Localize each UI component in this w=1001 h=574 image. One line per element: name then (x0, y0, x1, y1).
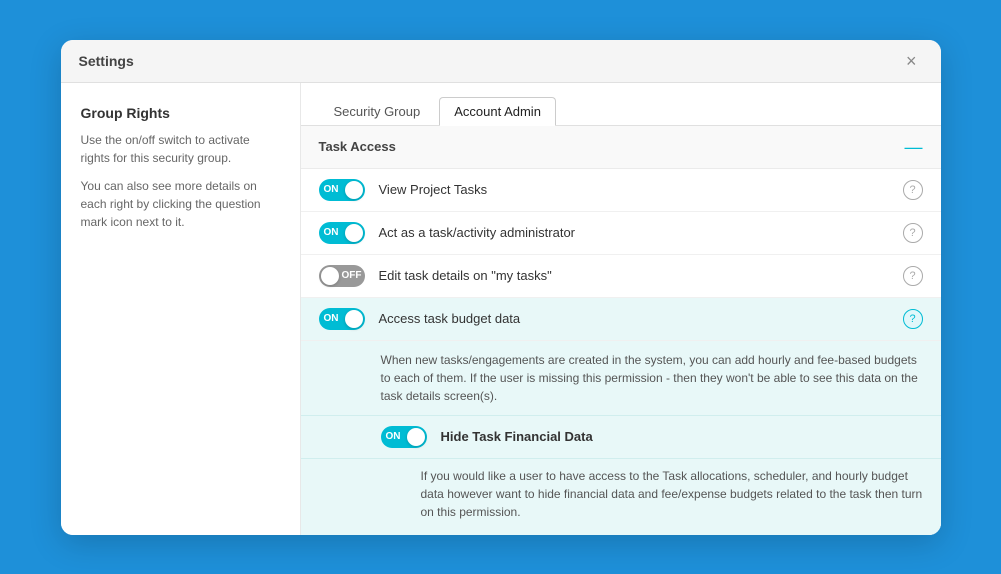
sidebar-desc1: Use the on/off switch to activate rights… (81, 131, 280, 167)
expanded-detail-text: When new tasks/engagements are created i… (381, 351, 923, 405)
toggle-on-label: ON (324, 227, 339, 238)
tab-account-admin[interactable]: Account Admin (439, 97, 556, 126)
toggle-knob (321, 267, 339, 285)
toggle-off-label: OFF (342, 270, 362, 281)
help-icon-view-project-tasks[interactable]: ? (903, 180, 923, 200)
modal-body: Group Rights Use the on/off switch to ac… (61, 83, 941, 535)
permission-row-edit-task-details: OFF Edit task details on "my tasks" ? (301, 255, 941, 298)
toggle-track[interactable]: ON (381, 426, 427, 448)
sidebar-title: Group Rights (81, 105, 280, 121)
help-icon-edit-task-details[interactable]: ? (903, 266, 923, 286)
toggle-view-project-tasks[interactable]: ON (319, 179, 365, 201)
permission-row-view-project-tasks: ON View Project Tasks ? (301, 169, 941, 212)
modal-header: Settings × (61, 40, 941, 83)
expanded-detail-access-task-budget: When new tasks/engagements are created i… (301, 341, 941, 416)
toggle-on-label: ON (324, 184, 339, 195)
sidebar: Group Rights Use the on/off switch to ac… (61, 83, 301, 535)
toggle-knob (345, 310, 363, 328)
sub-permission-label-hide-task-financial: Hide Task Financial Data (441, 429, 923, 444)
section-title: Task Access (319, 139, 396, 154)
toggle-on-label: ON (386, 431, 401, 442)
section-header: Task Access — (301, 126, 941, 169)
collapse-button[interactable]: — (905, 138, 923, 156)
toggle-act-as-task-admin[interactable]: ON (319, 222, 365, 244)
permission-label-act-as-task-admin: Act as a task/activity administrator (379, 225, 889, 240)
modal-title: Settings (79, 53, 134, 69)
permission-label-edit-task-details: Edit task details on "my tasks" (379, 268, 889, 283)
toggle-edit-task-details[interactable]: OFF (319, 265, 365, 287)
toggle-on-label: ON (324, 313, 339, 324)
sub-permission-hide-task-financial: ON Hide Task Financial Data (301, 416, 941, 459)
toggle-knob (345, 181, 363, 199)
task-access-section: Task Access — ON View Project Tasks ? (301, 126, 941, 535)
help-icon-act-as-task-admin[interactable]: ? (903, 223, 923, 243)
toggle-knob (345, 224, 363, 242)
settings-modal: Settings × Group Rights Use the on/off s… (61, 40, 941, 535)
sub-expanded-detail-hide-task-financial: If you would like a user to have access … (301, 459, 941, 535)
tabs-bar: Security Group Account Admin (301, 83, 941, 126)
sidebar-desc2: You can also see more details on each ri… (81, 177, 280, 231)
close-button[interactable]: × (900, 50, 923, 72)
toggle-track[interactable]: ON (319, 179, 365, 201)
toggle-track[interactable]: ON (319, 222, 365, 244)
help-icon-access-task-budget[interactable]: ? (903, 309, 923, 329)
permission-label-view-project-tasks: View Project Tasks (379, 182, 889, 197)
toggle-knob (407, 428, 425, 446)
toggle-track[interactable]: ON (319, 308, 365, 330)
permission-label-access-task-budget: Access task budget data (379, 311, 889, 326)
tab-security-group[interactable]: Security Group (319, 97, 436, 126)
permission-row-access-task-budget: ON Access task budget data ? (301, 298, 941, 341)
permission-row-act-as-task-admin: ON Act as a task/activity administrator … (301, 212, 941, 255)
toggle-track[interactable]: OFF (319, 265, 365, 287)
content-area: Security Group Account Admin Task Access… (301, 83, 941, 535)
toggle-hide-task-financial[interactable]: ON (381, 426, 427, 448)
sub-expanded-detail-text: If you would like a user to have access … (421, 467, 923, 521)
toggle-access-task-budget[interactable]: ON (319, 308, 365, 330)
